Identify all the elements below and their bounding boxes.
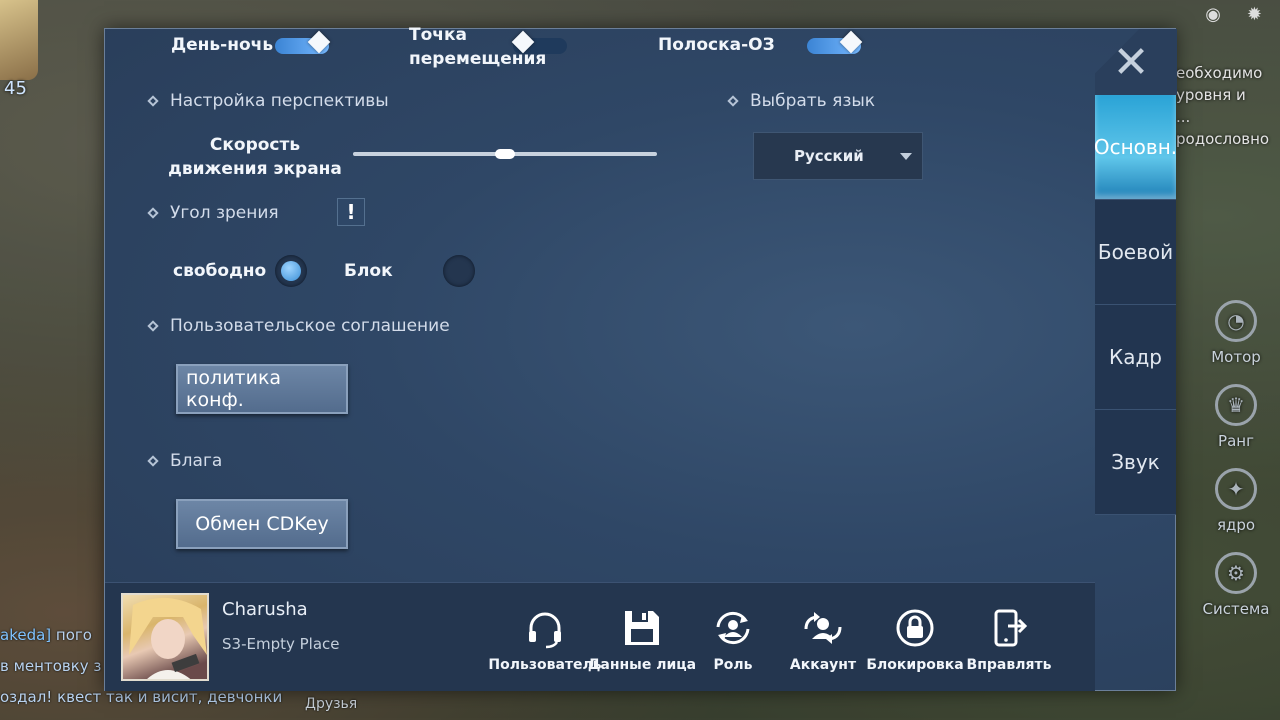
- hint-line: родословно: [1176, 130, 1270, 148]
- diamond-bullet-icon: [147, 207, 159, 219]
- language-value: Русский: [794, 147, 864, 165]
- avatar[interactable]: [121, 593, 209, 681]
- view-lock-radio[interactable]: [443, 255, 475, 287]
- camera-icon: ◉: [1205, 4, 1221, 25]
- switch-role-icon: [716, 611, 750, 645]
- menu-core: ✦ ядро: [1215, 458, 1257, 542]
- perspective-section-title: Настройка перспективы: [147, 91, 389, 111]
- weather-icon: ✹: [1246, 4, 1262, 25]
- rank-crown-icon: ♛: [1215, 384, 1257, 426]
- chevron-down-icon: [900, 153, 912, 160]
- view-angle-section-title: Угол зрения: [147, 203, 279, 223]
- save-disk-icon: [625, 611, 659, 645]
- settings-tabs: Основн. Боевой Кадр Звук: [1094, 95, 1177, 515]
- toggle-knob: [839, 30, 863, 54]
- hint-line: уровня и: [1176, 86, 1246, 104]
- tab-combat[interactable]: Боевой: [1095, 200, 1176, 305]
- close-icon[interactable]: ✕: [1109, 41, 1153, 85]
- friends-label: Друзья: [305, 696, 358, 712]
- toggle-knob: [307, 30, 331, 54]
- menu-rank: ♛ Ранг: [1215, 374, 1257, 458]
- exit-button[interactable]: Вправлять: [949, 607, 1069, 673]
- switch-account-icon: [804, 612, 842, 644]
- avatar-portrait-icon: [129, 597, 207, 679]
- hp-bar-label: Полоска-ОЗ: [658, 35, 775, 55]
- profile-bar: Charusha S3-Empty Place Пользователь Дан…: [105, 582, 1095, 691]
- tab-frame[interactable]: Кадр: [1095, 305, 1176, 410]
- tab-basic[interactable]: Основн.: [1094, 95, 1177, 200]
- hint-line: еобходимо: [1176, 64, 1263, 82]
- view-lock-label: Блок: [344, 261, 393, 281]
- menu-motor: ◔ Мотор: [1211, 290, 1261, 374]
- privacy-policy-button[interactable]: политика конф.: [176, 364, 348, 414]
- player-portrait-background: [0, 0, 38, 80]
- headset-icon: [529, 612, 561, 649]
- diamond-bullet-icon: [727, 95, 739, 107]
- day-night-label: День-ночь: [171, 35, 274, 55]
- player-level: 45: [4, 78, 27, 99]
- language-select[interactable]: Русский: [753, 132, 923, 180]
- gauge-icon: ◔: [1215, 300, 1257, 342]
- diamond-bullet-icon: [147, 455, 159, 467]
- core-icon: ✦: [1215, 468, 1257, 510]
- exit-device-icon: [994, 609, 1028, 647]
- settings-panel: День-ночь Точка перемещения Полоска-ОЗ Н…: [104, 25, 1177, 691]
- account-actions: Пользователь Данные лица Роль Аккаунт Бл…: [485, 607, 1085, 687]
- settings-content: День-ночь Точка перемещения Полоска-ОЗ Н…: [105, 25, 1095, 582]
- diamond-bullet-icon: [147, 320, 159, 332]
- diamond-bullet-icon: [147, 95, 159, 107]
- slider-thumb[interactable]: [495, 149, 515, 159]
- game-right-menu: ◔ Мотор ♛ Ранг ✦ ядро ⚙ Система: [1203, 290, 1269, 626]
- hp-bar-toggle[interactable]: [807, 30, 863, 54]
- tab-sound[interactable]: Звук: [1095, 410, 1176, 515]
- lock-icon: [896, 609, 934, 647]
- benefits-section-title: Блага: [147, 451, 222, 471]
- top-status-bar: ◉ ✹: [1205, 4, 1262, 25]
- view-free-radio[interactable]: [275, 255, 307, 287]
- agreement-section-title: Пользовательское соглашение: [147, 316, 450, 336]
- view-free-label: свободно: [173, 261, 267, 281]
- day-night-toggle[interactable]: [275, 30, 331, 54]
- menu-system: ⚙ Система: [1203, 542, 1269, 626]
- warning-icon[interactable]: !: [337, 198, 365, 226]
- cdkey-exchange-button[interactable]: Обмен CDKey: [176, 499, 348, 549]
- hint-line: ...: [1176, 108, 1191, 126]
- screen-speed-slider[interactable]: [353, 149, 657, 159]
- profile-server: S3-Empty Place: [222, 635, 340, 653]
- quest-hint-text: еобходимо уровня и ... родословно: [1176, 62, 1280, 150]
- language-section-title: Выбрать язык: [727, 91, 875, 111]
- profile-name: Charusha: [222, 599, 308, 620]
- screen-speed-label: Скорость движения экрана: [168, 135, 342, 179]
- move-point-toggle[interactable]: [511, 30, 567, 54]
- gear-icon: ⚙: [1215, 552, 1257, 594]
